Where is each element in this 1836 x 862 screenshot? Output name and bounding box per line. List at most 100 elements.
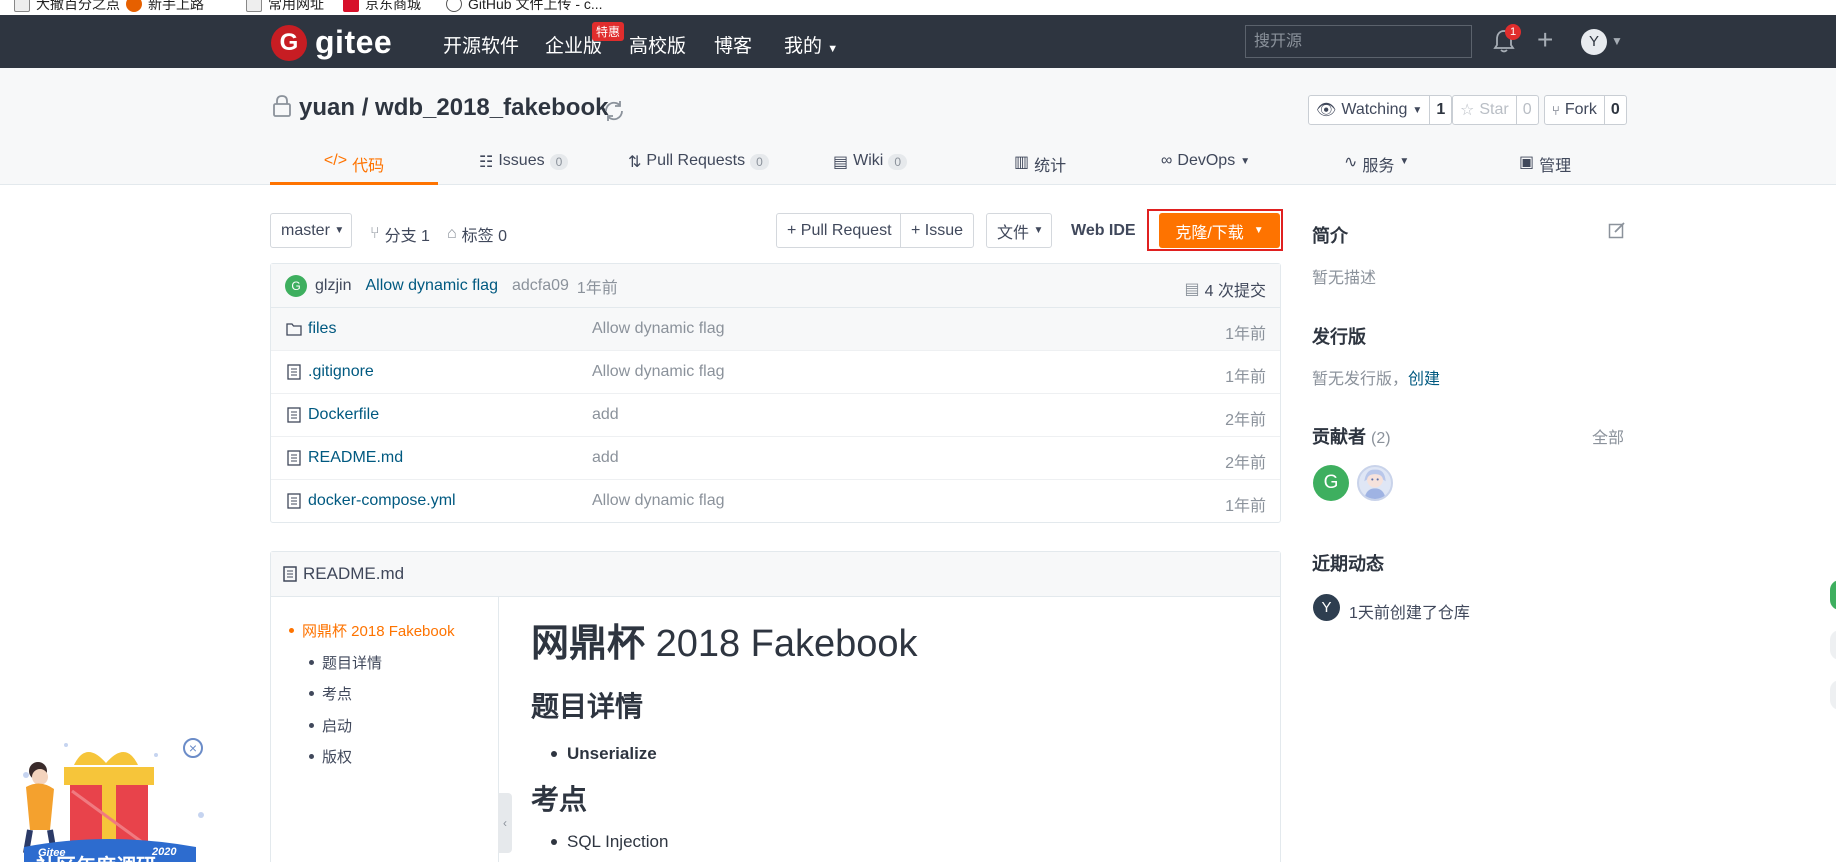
bookmark-item[interactable]: GitHub 文件上传 - c... bbox=[446, 0, 603, 14]
file-commit-message[interactable]: add bbox=[592, 449, 619, 467]
file-commit-message[interactable]: Allow dynamic flag bbox=[592, 363, 725, 381]
nav-education[interactable]: 高校版 bbox=[629, 31, 686, 58]
star-count[interactable]: 0 bbox=[1517, 96, 1538, 124]
file-commit-message[interactable]: Allow dynamic flag bbox=[592, 320, 725, 338]
create-plus-icon[interactable]: + bbox=[1537, 26, 1553, 54]
file-commit-time: 1年前 bbox=[1225, 326, 1266, 343]
tab-devops[interactable]: ∞ DevOps ▼ bbox=[1161, 150, 1250, 185]
bookmark-item[interactable]: 新手上路 bbox=[126, 0, 204, 14]
tab-label: 管理 bbox=[1539, 158, 1572, 175]
anime-avatar-image bbox=[1364, 469, 1386, 499]
bookmark-item[interactable]: 常用网址 bbox=[246, 0, 324, 14]
bullet bbox=[289, 628, 294, 633]
caret-down-icon[interactable]: ▼ bbox=[1611, 34, 1623, 48]
file-name-link[interactable]: files bbox=[308, 320, 336, 338]
sync-icon[interactable] bbox=[602, 99, 626, 123]
bookmark-folder-icon bbox=[14, 0, 30, 12]
search-input[interactable] bbox=[1245, 25, 1472, 58]
notification-count-badge: 1 bbox=[1505, 24, 1521, 40]
bullet bbox=[309, 660, 314, 665]
author-avatar[interactable]: G bbox=[285, 274, 307, 297]
commit-count-link[interactable]: ▤ 4 次提交 bbox=[1185, 277, 1266, 301]
readme-list-item: SQL Injection bbox=[551, 832, 668, 852]
tab-services[interactable]: ∿ 服务 ▼ bbox=[1344, 150, 1409, 185]
repo-separator: / bbox=[361, 94, 369, 121]
tags-link[interactable]: ⌂ 标签 0 bbox=[447, 222, 507, 246]
caret-down-icon: ▼ bbox=[1412, 104, 1423, 116]
commit-author-link[interactable]: glzjin bbox=[315, 277, 351, 295]
file-row[interactable]: README.md add 2年前 bbox=[271, 437, 1280, 480]
file-icon bbox=[286, 364, 302, 380]
tab-stats[interactable]: ▥ 统计 bbox=[1014, 150, 1066, 185]
edit-icon[interactable] bbox=[1608, 221, 1626, 239]
clone-download-button[interactable]: 克隆/下载 ▼ bbox=[1159, 213, 1280, 248]
nav-blog[interactable]: 博客 bbox=[714, 31, 752, 58]
branch-select[interactable]: master ▼ bbox=[270, 213, 352, 248]
fork-button-group: ⑂ Fork 0 bbox=[1544, 95, 1627, 125]
bookmark-folder-icon bbox=[246, 0, 262, 12]
file-menu-button[interactable]: 文件 ▼ bbox=[986, 213, 1052, 248]
file-name-link[interactable]: .gitignore bbox=[308, 363, 374, 381]
readme-h2-details: 题目详情 bbox=[531, 691, 644, 722]
file-name-link[interactable]: docker-compose.yml bbox=[308, 492, 456, 510]
activity-avatar[interactable]: Y bbox=[1313, 594, 1340, 621]
gitee-logo-icon: G bbox=[271, 24, 307, 61]
branches-link[interactable]: ⑂ 分支 1 bbox=[370, 222, 430, 246]
float-help-button[interactable] bbox=[1830, 580, 1836, 610]
file-row[interactable]: .gitignore Allow dynamic flag 1年前 bbox=[271, 351, 1280, 394]
activity-text: 1天前创建了仓库 bbox=[1349, 605, 1470, 622]
file-name-link[interactable]: Dockerfile bbox=[308, 406, 379, 424]
repo-owner-link[interactable]: yuan bbox=[299, 94, 355, 121]
user-avatar[interactable]: Y bbox=[1581, 29, 1607, 55]
close-icon[interactable]: × bbox=[183, 738, 203, 758]
commit-message-link[interactable]: Allow dynamic flag bbox=[365, 277, 498, 295]
toc-collapse-handle[interactable]: ‹ bbox=[498, 793, 512, 853]
fork-count[interactable]: 0 bbox=[1605, 96, 1626, 124]
activity-title: 近期动态 bbox=[1312, 554, 1384, 574]
tab-pull-requests[interactable]: ⇅ Pull Requests 0 bbox=[628, 150, 769, 185]
contributor-avatar[interactable] bbox=[1357, 465, 1393, 501]
gitee-logo[interactable]: G gitee bbox=[271, 24, 392, 61]
fork-label: Fork bbox=[1564, 101, 1597, 118]
float-widget-button[interactable] bbox=[1830, 630, 1836, 660]
watch-button[interactable]: 👁 Watching ▼ bbox=[1309, 96, 1431, 124]
bookmark-item[interactable]: 京东商城 bbox=[343, 0, 421, 14]
nav-mine[interactable]: 我的 ▼ bbox=[784, 31, 838, 58]
file-commit-message[interactable]: Allow dynamic flag bbox=[592, 492, 725, 510]
file-row[interactable]: Dockerfile add 2年前 bbox=[271, 394, 1280, 437]
toc-item[interactable]: 题目详情 bbox=[309, 652, 382, 673]
new-issue-button[interactable]: + Issue bbox=[900, 213, 974, 248]
promo-title: 社区年度调研 bbox=[35, 854, 156, 862]
tab-code[interactable]: </> 代码 bbox=[270, 150, 438, 185]
survey-promo-widget[interactable]: Gitee 2020 社区年度调研 bbox=[6, 735, 211, 862]
toc-item[interactable]: 版权 bbox=[309, 746, 352, 767]
repo-name-link[interactable]: wdb_2018_fakebook bbox=[375, 94, 608, 121]
star-button[interactable]: ☆ Star bbox=[1453, 96, 1517, 124]
nav-open-source[interactable]: 开源软件 bbox=[443, 31, 519, 58]
tab-manage[interactable]: ▣ 管理 bbox=[1519, 150, 1571, 185]
file-commit-message[interactable]: add bbox=[592, 406, 619, 424]
new-pull-request-button[interactable]: + Pull Request bbox=[776, 213, 901, 248]
file-row[interactable]: docker-compose.yml Allow dynamic flag 1年前 bbox=[271, 480, 1280, 523]
file-row[interactable]: files Allow dynamic flag 1年前 bbox=[271, 308, 1280, 351]
caret-down-icon: ▼ bbox=[334, 225, 345, 236]
bookmark-item[interactable]: 大撒百分之点 bbox=[14, 0, 120, 14]
star-button-group: ☆ Star 0 bbox=[1452, 95, 1539, 125]
file-name-link[interactable]: README.md bbox=[308, 449, 403, 467]
toc-item[interactable]: 启动 bbox=[309, 715, 352, 736]
tab-issues[interactable]: ☷ Issues 0 bbox=[479, 150, 569, 185]
toc-item[interactable]: 网鼎杯 2018 Fakebook bbox=[289, 620, 455, 641]
tab-wiki[interactable]: ▤ Wiki 0 bbox=[833, 150, 908, 185]
contributor-avatar[interactable]: G bbox=[1313, 465, 1349, 501]
file-list: G glzjin Allow dynamic flag adcfa09 1年前 … bbox=[270, 263, 1281, 523]
web-ide-button[interactable]: Web IDE bbox=[1061, 213, 1149, 248]
create-release-link[interactable]: 创建 bbox=[1408, 371, 1440, 388]
fork-button[interactable]: ⑂ Fork bbox=[1545, 96, 1605, 124]
float-widget-button[interactable] bbox=[1830, 680, 1836, 710]
bullet bbox=[551, 751, 557, 757]
watch-count[interactable]: 1 bbox=[1430, 96, 1451, 124]
toc-item[interactable]: 考点 bbox=[309, 683, 352, 704]
bullet bbox=[309, 691, 314, 696]
commit-hash[interactable]: adcfa09 bbox=[512, 277, 569, 295]
contributors-all-link[interactable]: 全部 bbox=[1592, 424, 1624, 448]
